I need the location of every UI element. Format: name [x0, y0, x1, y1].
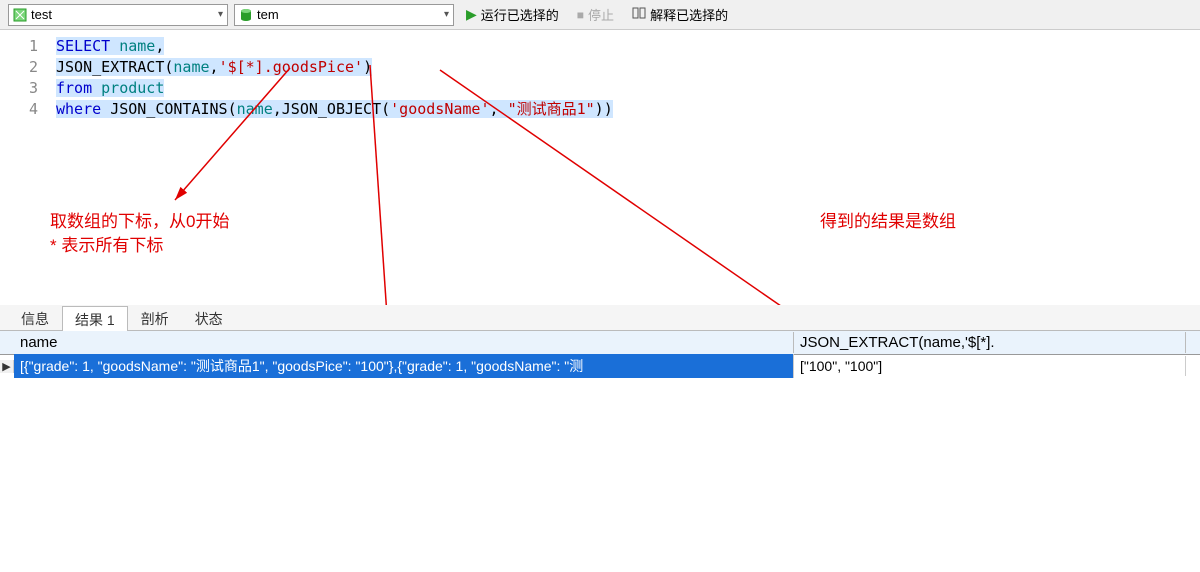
- code-content[interactable]: JSON_EXTRACT(name,'$[*].goodsPice'): [50, 57, 372, 78]
- stop-label: 停止: [588, 5, 614, 24]
- explain-label: 解释已选择的: [650, 5, 728, 24]
- row-marker: ▶: [0, 360, 14, 373]
- code-content[interactable]: SELECT name,: [50, 36, 164, 57]
- tab-1[interactable]: 结果 1: [62, 306, 128, 331]
- cell-name[interactable]: [{"grade": 1, "goodsName": "测试商品1", "goo…: [14, 354, 794, 378]
- stop-button: ■ 停止: [571, 3, 620, 26]
- sql-editor[interactable]: 1SELECT name,2JSON_EXTRACT(name,'$[*].go…: [0, 30, 1200, 305]
- column-header-json[interactable]: JSON_EXTRACT(name,'$[*].: [794, 332, 1186, 353]
- column-header-name[interactable]: name: [14, 332, 794, 353]
- cell-json[interactable]: ["100", "100"]: [794, 356, 1186, 376]
- stop-icon: ■: [577, 8, 584, 22]
- tab-2[interactable]: 剖析: [128, 305, 182, 330]
- code-line[interactable]: 2JSON_EXTRACT(name,'$[*].goodsPice'): [0, 57, 1200, 78]
- result-grid: name JSON_EXTRACT(name,'$[*]. ▶ [{"grade…: [0, 331, 1200, 377]
- explain-icon: [632, 6, 646, 23]
- annotation-right: 得到的结果是数组: [820, 210, 956, 234]
- toolbar: test ▾ tem ▾ ▶ 运行已选择的 ■ 停止 解释已选择的: [0, 0, 1200, 30]
- tab-0[interactable]: 信息: [8, 305, 62, 330]
- result-tabs: 信息结果 1剖析状态: [0, 305, 1200, 331]
- connection-dropdown[interactable]: test ▾: [8, 4, 228, 26]
- connection-icon: [13, 8, 27, 22]
- code-line[interactable]: 3from product: [0, 78, 1200, 99]
- line-number: 1: [0, 36, 50, 57]
- code-line[interactable]: 4where JSON_CONTAINS(name,JSON_OBJECT('g…: [0, 99, 1200, 120]
- table-row[interactable]: ▶ [{"grade": 1, "goodsName": "测试商品1", "g…: [0, 355, 1200, 377]
- run-label: 运行已选择的: [481, 5, 559, 24]
- database-dropdown[interactable]: tem ▾: [234, 4, 454, 26]
- line-number: 2: [0, 57, 50, 78]
- connection-name: test: [31, 7, 214, 22]
- play-icon: ▶: [466, 6, 477, 23]
- code-content[interactable]: from product: [50, 78, 164, 99]
- line-number: 4: [0, 99, 50, 120]
- chevron-down-icon: ▾: [218, 9, 223, 20]
- code-line[interactable]: 1SELECT name,: [0, 36, 1200, 57]
- chevron-down-icon: ▾: [444, 9, 449, 20]
- annotation-left-line1: 取数组的下标，从0开始: [50, 210, 229, 234]
- database-icon: [239, 8, 253, 22]
- grid-header: name JSON_EXTRACT(name,'$[*].: [0, 331, 1200, 355]
- run-button[interactable]: ▶ 运行已选择的: [460, 3, 565, 26]
- line-number: 3: [0, 78, 50, 99]
- annotation-left-line2: * 表示所有下标: [50, 234, 229, 258]
- annotation-left: 取数组的下标，从0开始 * 表示所有下标: [50, 210, 229, 258]
- code-content[interactable]: where JSON_CONTAINS(name,JSON_OBJECT('go…: [50, 99, 613, 120]
- explain-button[interactable]: 解释已选择的: [626, 3, 734, 26]
- tab-3[interactable]: 状态: [182, 305, 236, 330]
- database-name: tem: [257, 7, 440, 22]
